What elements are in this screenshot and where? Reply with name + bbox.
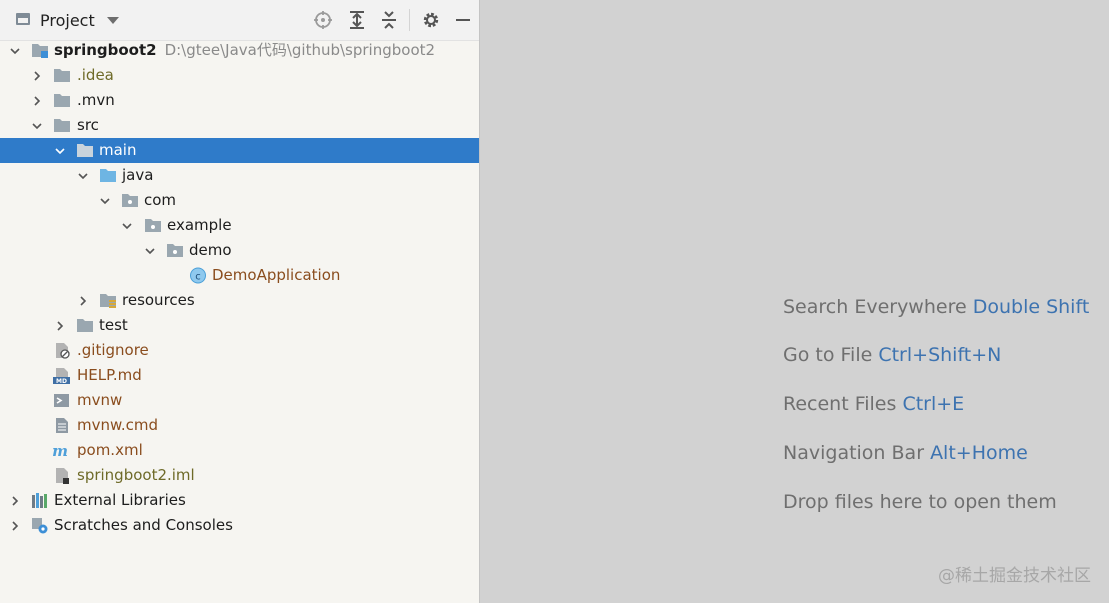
tree-item-help-md[interactable]: MD HELP.md xyxy=(0,363,479,388)
tree-root-springboot2[interactable]: springboot2 D:\gtee\Java代码\github\springb… xyxy=(0,38,479,63)
svg-text:m: m xyxy=(52,442,68,459)
chevron-right-icon[interactable] xyxy=(31,95,43,107)
maven-icon: m xyxy=(52,442,68,459)
scratches-icon xyxy=(32,518,48,534)
toolbar-divider xyxy=(409,9,410,31)
markdown-file-icon: MD xyxy=(53,368,70,384)
java-class-icon: c xyxy=(190,267,206,284)
tree-item-idea[interactable]: .idea xyxy=(0,63,479,88)
collapse-all-icon[interactable] xyxy=(379,10,399,30)
hint-recent-files: Recent Files Ctrl+E xyxy=(783,393,965,415)
hint-search-everywhere: Search Everywhere Double Shift xyxy=(783,296,1090,318)
tree-item-demoapplication[interactable]: c DemoApplication xyxy=(0,263,479,288)
chevron-down-icon[interactable] xyxy=(99,195,111,207)
resources-folder-icon xyxy=(100,294,116,308)
tree-item-label: Scratches and Consoles xyxy=(54,516,233,534)
tree-item-com[interactable]: com xyxy=(0,188,479,213)
tree-item-label: HELP.md xyxy=(77,366,142,384)
chevron-right-icon[interactable] xyxy=(9,495,21,507)
chevron-down-icon[interactable] xyxy=(144,245,156,257)
tree-item-test[interactable]: test xyxy=(0,313,479,338)
watermark: @稀土掘金技术社区 xyxy=(938,566,1091,586)
tree-item-label: DemoApplication xyxy=(212,266,341,284)
tree-item-label: mvnw.cmd xyxy=(77,416,159,434)
ignore-file-icon xyxy=(56,343,70,359)
folder-icon xyxy=(77,144,93,157)
tree-item-label: test xyxy=(99,316,128,334)
chevron-down-icon[interactable] xyxy=(107,17,119,24)
gear-icon[interactable] xyxy=(421,10,441,30)
tree-item-resources[interactable]: resources xyxy=(0,288,479,313)
expand-all-icon[interactable] xyxy=(347,10,367,30)
tree-item-label: mvnw xyxy=(77,391,123,409)
tree-item-label: pom.xml xyxy=(77,441,143,459)
folder-icon xyxy=(54,119,70,132)
chevron-down-icon[interactable] xyxy=(121,220,133,232)
svg-text:c: c xyxy=(195,272,201,283)
tree-item-example[interactable]: example xyxy=(0,213,479,238)
chevron-right-icon[interactable] xyxy=(77,295,89,307)
tree-item-src[interactable]: src xyxy=(0,113,479,138)
shortcut-key: Alt+Home xyxy=(930,442,1028,464)
text-file-icon xyxy=(56,418,68,433)
tree-item-main[interactable]: main xyxy=(0,138,479,163)
tree-item-external-libraries[interactable]: External Libraries xyxy=(0,488,479,513)
project-view-title[interactable]: Project xyxy=(40,11,95,30)
library-icon xyxy=(32,493,47,508)
tree-item-label: example xyxy=(167,216,232,234)
tree-item-label: resources xyxy=(122,291,195,309)
project-view-icon xyxy=(16,13,30,25)
module-folder-icon xyxy=(32,44,48,58)
package-icon xyxy=(122,194,138,207)
tree-item-label: src xyxy=(77,116,99,134)
source-folder-icon xyxy=(100,169,116,182)
chevron-down-icon[interactable] xyxy=(54,145,66,157)
minimize-icon[interactable] xyxy=(453,10,473,30)
svg-text:MD: MD xyxy=(56,378,67,384)
chevron-right-icon[interactable] xyxy=(9,520,21,532)
editor-empty-area[interactable]: Search Everywhere Double Shift Go to Fil… xyxy=(479,0,1109,603)
tree-item-java[interactable]: java xyxy=(0,163,479,188)
folder-icon xyxy=(54,94,70,107)
tree-item-label: demo xyxy=(189,241,232,259)
hint-go-to-file: Go to File Ctrl+Shift+N xyxy=(783,344,1002,366)
tree-item-scratches[interactable]: Scratches and Consoles xyxy=(0,513,479,538)
iml-file-icon xyxy=(56,468,69,484)
project-panel: Project springboot2 D:\gtee\Java代码\githu… xyxy=(0,0,479,603)
tree-item-gitignore[interactable]: .gitignore xyxy=(0,338,479,363)
hint-drop-files: Drop files here to open them xyxy=(783,491,1057,513)
hint-navigation-bar: Navigation Bar Alt+Home xyxy=(783,442,1028,464)
chevron-down-icon[interactable] xyxy=(9,45,21,57)
chevron-right-icon[interactable] xyxy=(54,320,66,332)
package-icon xyxy=(145,219,161,232)
chevron-right-icon[interactable] xyxy=(31,70,43,82)
tree-item-label: springboot2.iml xyxy=(77,466,195,484)
package-icon xyxy=(167,244,183,257)
shortcut-key: Ctrl+Shift+N xyxy=(878,344,1002,366)
tree-item-springboot2-iml[interactable]: springboot2.iml xyxy=(0,463,479,488)
folder-icon xyxy=(54,69,70,82)
tree-item-pom-xml[interactable]: m pom.xml xyxy=(0,438,479,463)
chevron-down-icon[interactable] xyxy=(31,120,43,132)
tree-item-label: java xyxy=(122,166,154,184)
tree-item-mvnw-cmd[interactable]: mvnw.cmd xyxy=(0,413,479,438)
project-toolbar: Project xyxy=(0,0,479,41)
shortcut-key: Ctrl+E xyxy=(902,393,965,415)
tree-item-mvnw[interactable]: mvnw xyxy=(0,388,479,413)
locate-icon[interactable] xyxy=(313,10,333,30)
tree-item-label: External Libraries xyxy=(54,491,186,509)
shell-script-icon xyxy=(54,394,69,407)
tree-item-label: .idea xyxy=(77,66,114,84)
tree-item-label: .mvn xyxy=(77,91,115,109)
tree-item-label: .gitignore xyxy=(77,341,149,359)
tree-item-label: com xyxy=(144,191,177,209)
folder-icon xyxy=(77,319,93,332)
tree-item-demo[interactable]: demo xyxy=(0,238,479,263)
chevron-down-icon[interactable] xyxy=(77,170,89,182)
project-name: springboot2 xyxy=(54,41,157,59)
shortcut-key: Double Shift xyxy=(972,296,1090,318)
project-path: D:\gtee\Java代码\github\springboot2 xyxy=(164,41,436,59)
tree-item-label: main xyxy=(99,141,137,159)
tree-item-mvn[interactable]: .mvn xyxy=(0,88,479,113)
